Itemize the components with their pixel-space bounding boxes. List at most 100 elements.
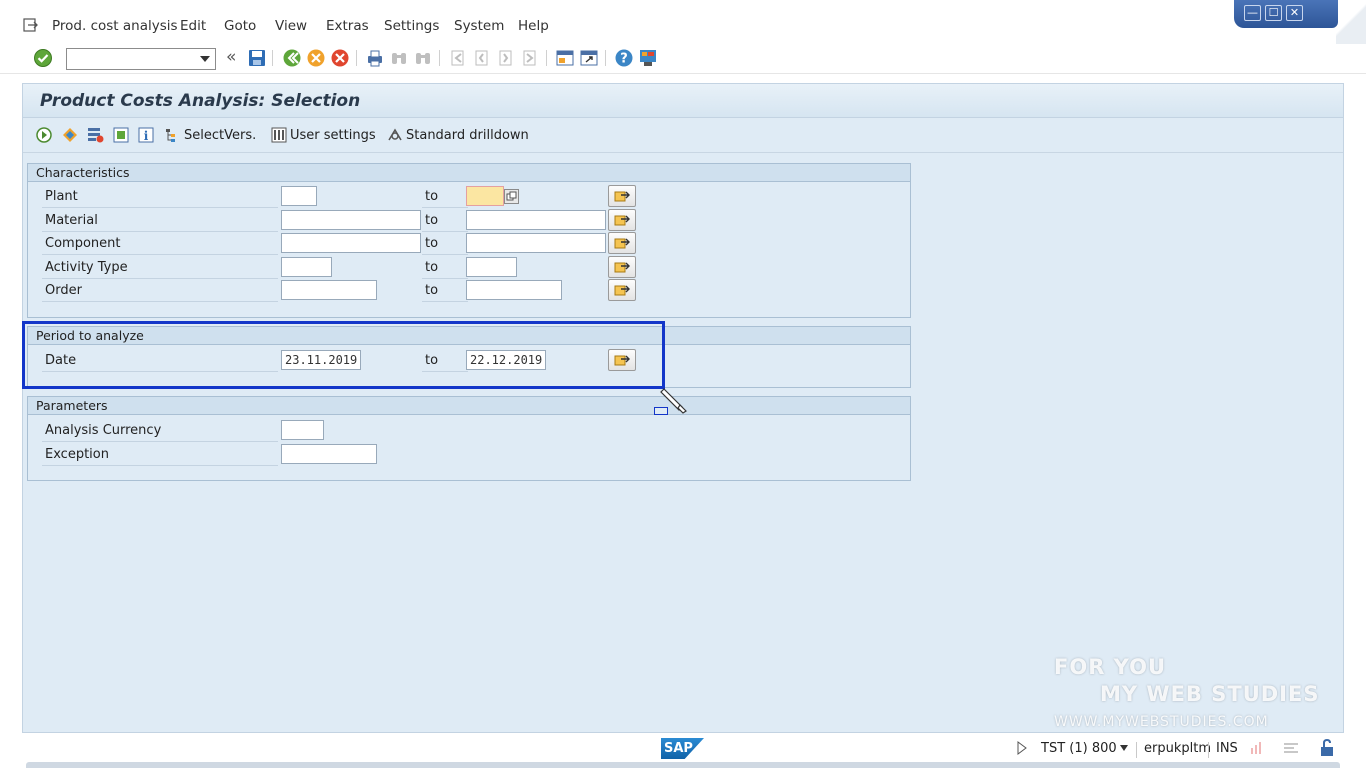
exit-icon[interactable]	[306, 48, 326, 68]
execute-background-icon[interactable]	[61, 126, 79, 144]
find-icon[interactable]	[389, 48, 409, 68]
toolbar-separator	[546, 50, 547, 66]
highlight-box	[22, 321, 665, 389]
multiple-selection-icon	[614, 238, 630, 249]
watermark-line2: MY WEB STUDIES	[1100, 682, 1320, 706]
command-field[interactable]	[66, 48, 216, 70]
find-next-icon[interactable]	[413, 48, 433, 68]
minimize-button[interactable]: —	[1244, 5, 1261, 21]
selection-options-icon[interactable]	[112, 126, 130, 144]
characteristics-group: Characteristics Plant to Material to Com…	[27, 163, 911, 318]
close-window-button[interactable]: ✕	[1286, 5, 1303, 21]
search-help-icon[interactable]	[504, 189, 519, 204]
label-underline	[422, 207, 468, 208]
save-icon[interactable]	[247, 48, 267, 68]
to-label: to	[425, 283, 439, 298]
menu-view[interactable]: View	[275, 18, 307, 34]
component-from-input[interactable]	[281, 233, 421, 253]
select-versions-icon[interactable]	[164, 126, 182, 144]
analysis-currency-input[interactable]	[281, 420, 324, 440]
field-label-activity-type: Activity Type	[45, 260, 128, 275]
material-from-input[interactable]	[281, 210, 421, 230]
enter-check-icon[interactable]	[33, 48, 53, 68]
last-page-icon[interactable]	[520, 48, 540, 68]
menu-extras[interactable]: Extras	[326, 18, 369, 34]
title-bar: Product Costs Analysis: Selection	[23, 84, 1343, 118]
back-icon[interactable]	[282, 48, 302, 68]
multiple-selection-button-activity-type[interactable]	[608, 256, 636, 278]
maximize-button[interactable]: ☐	[1265, 5, 1282, 21]
next-page-icon[interactable]	[496, 48, 516, 68]
menu-system[interactable]: System	[454, 18, 504, 34]
cancel-icon[interactable]	[330, 48, 350, 68]
first-page-icon[interactable]	[448, 48, 468, 68]
layout-icon[interactable]	[638, 48, 658, 68]
user-settings-button[interactable]: User settings	[290, 128, 376, 143]
activity-type-from-input[interactable]	[281, 257, 332, 277]
menu-icon[interactable]	[22, 17, 40, 33]
plant-from-input[interactable]	[281, 186, 317, 206]
svg-text:i: i	[144, 129, 149, 143]
standard-drilldown-button[interactable]: Standard drilldown	[406, 128, 529, 143]
activity-type-to-input[interactable]	[466, 257, 517, 277]
collapse-command-icon[interactable]: «	[226, 47, 236, 67]
multiple-selection-button-order[interactable]	[608, 279, 636, 301]
exception-input[interactable]	[281, 444, 377, 464]
print-icon[interactable]	[365, 48, 385, 68]
system-info: TST (1) 800	[1041, 741, 1117, 756]
signal-icon	[1251, 742, 1261, 754]
label-underline	[42, 301, 278, 302]
label-underline	[42, 278, 278, 279]
component-to-input[interactable]	[466, 233, 606, 253]
chevron-down-icon[interactable]	[200, 56, 210, 62]
group-title: Characteristics	[36, 165, 130, 180]
to-label: to	[425, 189, 439, 204]
top-strip	[0, 0, 1366, 8]
standard-drilldown-icon[interactable]	[386, 126, 404, 144]
status-separator	[1136, 742, 1137, 758]
menu-edit[interactable]: Edit	[180, 18, 206, 34]
order-from-input[interactable]	[281, 280, 377, 300]
label-underline	[422, 278, 468, 279]
field-label-analysis-currency: Analysis Currency	[45, 423, 162, 438]
user-settings-icon[interactable]	[270, 126, 288, 144]
multiple-selection-button-plant[interactable]	[608, 185, 636, 207]
create-session-icon[interactable]	[555, 48, 575, 68]
lock-icon[interactable]	[1318, 738, 1336, 758]
info-icon[interactable]: i	[137, 126, 155, 144]
user-info: erpukpltm	[1144, 741, 1211, 756]
order-to-input[interactable]	[466, 280, 562, 300]
material-to-input[interactable]	[466, 210, 606, 230]
shortcut-icon[interactable]	[579, 48, 599, 68]
menu-goto[interactable]: Goto	[224, 18, 256, 34]
plant-to-input[interactable]	[466, 186, 504, 206]
status-separator	[1208, 742, 1209, 758]
help-icon[interactable]: ?	[614, 48, 634, 68]
field-label-material: Material	[45, 213, 98, 228]
select-versions-button[interactable]: SelectVers.	[184, 128, 256, 143]
get-variant-icon[interactable]	[86, 126, 104, 144]
execute-icon[interactable]	[35, 126, 53, 144]
toolbar-separator	[356, 50, 357, 66]
multiple-selection-button-component[interactable]	[608, 232, 636, 254]
label-underline	[42, 231, 278, 232]
multiple-selection-icon	[614, 191, 630, 202]
multiple-selection-icon	[614, 215, 630, 226]
layout-toggle-icon[interactable]	[1282, 740, 1300, 756]
label-underline	[42, 465, 278, 466]
label-underline	[422, 301, 468, 302]
menu-help[interactable]: Help	[518, 18, 549, 34]
label-underline	[42, 207, 278, 208]
menu-bar: Prod. cost analysis Edit Goto View Extra…	[0, 8, 1366, 44]
field-label-component: Component	[45, 236, 121, 251]
menu-prod-cost-analysis[interactable]: Prod. cost analysis	[52, 18, 178, 34]
menu-settings[interactable]: Settings	[384, 18, 439, 34]
status-bar-edge	[26, 762, 1340, 768]
system-dropdown-icon[interactable]	[1119, 744, 1129, 752]
label-underline	[422, 231, 468, 232]
multiple-selection-button-material[interactable]	[608, 209, 636, 231]
toolbar-separator	[439, 50, 440, 66]
insert-mode: INS	[1216, 741, 1238, 756]
prev-page-icon[interactable]	[472, 48, 492, 68]
status-expand-icon[interactable]	[1016, 740, 1028, 756]
